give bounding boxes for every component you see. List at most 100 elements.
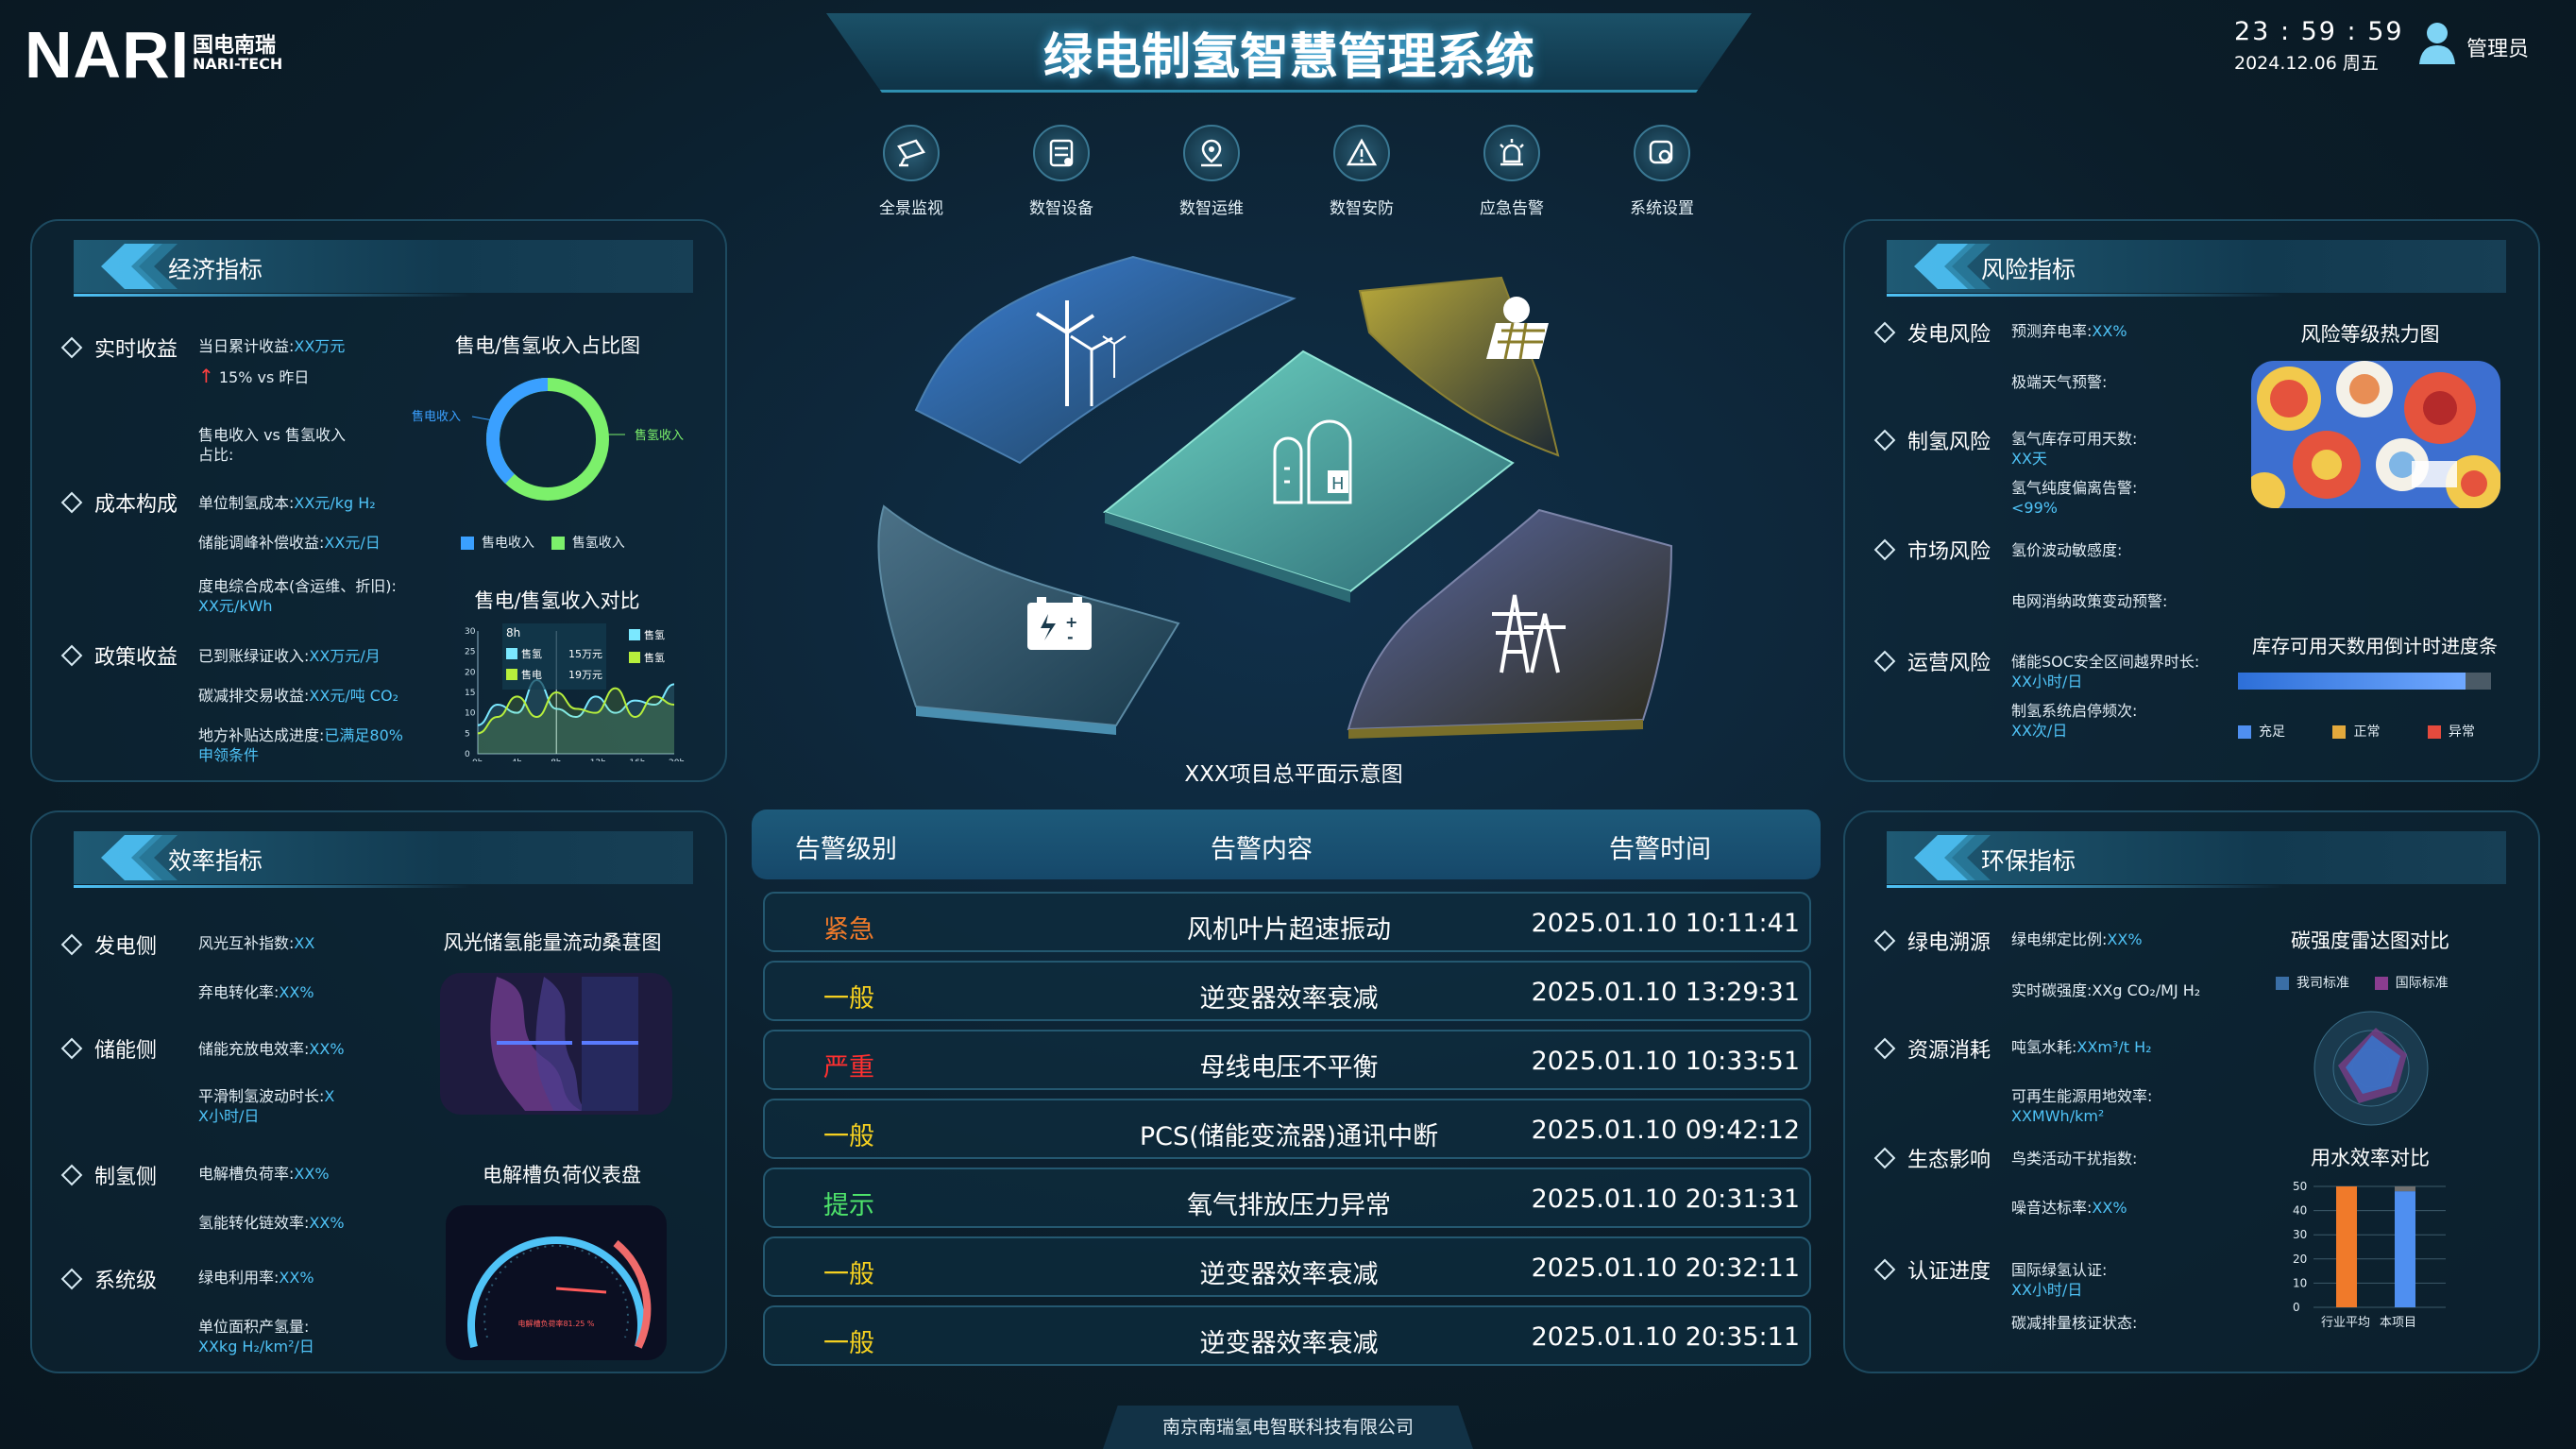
x-tick-label: 16h — [629, 759, 645, 761]
economic-header: 经济指标 — [74, 240, 693, 297]
alarm-row[interactable]: 一般 逆变器效率衰减 2025.01.10 20:35:11 — [763, 1305, 1811, 1366]
item-stock-days: 氢气库存可用天数: XX天 — [2011, 430, 2138, 468]
alarm-row[interactable]: 一般 PCS(储能变流器)通讯中断 2025.01.10 09:42:12 — [763, 1099, 1811, 1159]
nav-security[interactable]: 数智安防 — [1305, 125, 1418, 218]
sankey-chart — [440, 973, 672, 1115]
user-icon[interactable] — [2417, 21, 2457, 66]
item-utilization: 绿电利用率:XX% — [198, 1269, 314, 1287]
alarm-row[interactable]: 紧急 风机叶片超速振动 2025.01.10 10:11:41 — [763, 892, 1811, 952]
item-complement: 风光互补指数:XX — [198, 934, 315, 952]
dashboard-root: { "header":{"logo":"NARI","logo_cn":"国电南… — [0, 0, 2576, 1449]
alarm-icon — [1500, 139, 1524, 166]
sec-gen-risk: 发电风险 — [1873, 317, 1991, 348]
sec-cert: 认证进度 — [1873, 1254, 1991, 1285]
monitor-icon — [897, 139, 925, 167]
alarm-time: 2025.01.10 20:32:11 — [1531, 1253, 1800, 1283]
sec-storage: 储能侧 — [60, 1033, 157, 1064]
alarm-time: 2025.01.10 10:33:51 — [1531, 1047, 1800, 1076]
alarm-time: 2025.01.10 13:29:31 — [1531, 978, 1800, 1007]
y-tick-label: 10 — [465, 709, 476, 719]
item-chain-eff: 氢能转化链效率:XX% — [198, 1214, 345, 1232]
item-noise: 噪音达标率:XX% — [2011, 1199, 2127, 1217]
alarm-row[interactable]: 严重 母线电压不平衡 2025.01.10 10:33:51 — [763, 1030, 1811, 1090]
tip-label-1: 售氢 — [521, 647, 542, 660]
donut-chart: 售电收入 售氢收入 — [412, 378, 684, 501]
sec-h2: 制氢侧 — [60, 1160, 157, 1190]
x-tick-label: 12h — [590, 759, 606, 761]
item-carbon-intensity: 实时碳强度:XXg CO₂/MJ H₂ — [2011, 981, 2201, 999]
alarm-row[interactable]: 提示 氧气排放压力异常 2025.01.10 20:31:31 — [763, 1168, 1811, 1228]
item-purity: 氢气纯度偏离告警: <99% — [2011, 479, 2138, 517]
item-yield: 单位面积产氢量: XXkg H₂/km²/日 — [198, 1318, 314, 1355]
risk-heatmap — [2251, 361, 2500, 508]
item-policy-warn: 电网消纳政策变动预警: — [2011, 592, 2168, 610]
x-tick-label: 4h — [512, 759, 522, 761]
item-land-eff: 可再生能源用地效率: XXMWh/km² — [2011, 1087, 2153, 1125]
nav-panorama[interactable]: 全景监视 — [855, 125, 968, 218]
water-bar-remainder — [2395, 1186, 2415, 1192]
tip-value-2: 19万元 — [568, 669, 602, 681]
sec-ops-risk: 运营风险 — [1873, 646, 1991, 676]
water-cat-label: 本项目 — [2380, 1316, 2416, 1330]
water-y-tick: 40 — [2293, 1204, 2307, 1218]
maintenance-icon — [1201, 139, 1222, 167]
item-price-sens: 氢价波动敏感度: — [2011, 541, 2123, 559]
radar-legend: 我司标准 国际标准 — [2276, 973, 2449, 992]
item-smooth: 平滑制氢波动时长:X X小时/日 — [198, 1087, 335, 1125]
heatmap-title: 风险等级热力图 — [2300, 323, 2440, 346]
sec-eco: 生态影响 — [1873, 1143, 1991, 1173]
nav-alarm[interactable]: 应急告警 — [1455, 125, 1568, 218]
item-unit-cost: 单位制氢成本:XX元/kg H₂ — [198, 494, 376, 512]
stock-progress-track — [2238, 673, 2491, 690]
item-charge-eff: 储能充放电效率:XX% — [198, 1040, 345, 1058]
alarm-time: 2025.01.10 10:11:41 — [1531, 909, 1800, 938]
y-tick-label: 25 — [465, 648, 475, 657]
logo-text: NARI — [25, 18, 191, 92]
nav-device[interactable]: 数智设备 — [1005, 125, 1118, 218]
nav-maintenance[interactable]: 数智运维 — [1155, 125, 1268, 218]
nav-settings[interactable]: 系统设置 — [1605, 125, 1719, 218]
item-green-cert: 已到账绿证收入:XX万元/月 — [198, 647, 381, 665]
env-header: 环保指标 — [1887, 831, 2506, 888]
efficiency-header: 效率指标 — [74, 831, 693, 888]
y-tick-label: 30 — [465, 627, 476, 637]
x-tick-label: 8h — [551, 759, 561, 761]
alarm-row[interactable]: 一般 逆变器效率衰减 2025.01.10 20:32:11 — [763, 1236, 1811, 1297]
series-area-1 — [478, 688, 674, 754]
sec-realtime: 实时收益 — [60, 332, 178, 363]
item-load-rate: 电解槽负荷率:XX% — [198, 1165, 330, 1183]
logo-en: NARI-TECH — [193, 55, 283, 73]
legend-a: 售氢 — [644, 628, 665, 641]
radar-chart — [2313, 1011, 2429, 1126]
col-content: 告警内容 — [1211, 835, 1313, 864]
donut-label-right: 售氢收入 — [635, 428, 684, 443]
gauge-readout: 电解槽负荷率81.25 % — [517, 1319, 594, 1328]
warning-icon — [1346, 138, 1378, 166]
sec-resource: 资源消耗 — [1873, 1033, 1991, 1064]
item-carbon-trade: 碳减排交易收益:XX元/吨 CO₂ — [198, 687, 398, 705]
item-water: 吨氢水耗:XXm³/t H₂ — [2011, 1038, 2152, 1056]
risk-header: 风险指标 — [1887, 240, 2506, 297]
item-curtail: 弃电转化率:XX% — [198, 983, 314, 1001]
x-tick-label: 0h — [472, 759, 483, 761]
radar-title: 碳强度雷达图对比 — [2291, 929, 2449, 952]
user-name[interactable]: 管理员 — [2466, 32, 2529, 62]
item-daily-income: 当日累计收益:XX万元 — [198, 337, 346, 355]
item-subsidy: 地方补贴达成进度:已满足80% 申领条件 — [198, 726, 403, 764]
stock-progress-fill — [2238, 673, 2466, 690]
gauge-chart: 电解槽负荷率81.25 % — [446, 1205, 667, 1360]
item-weather: 极端天气预警: — [2011, 373, 2108, 391]
alarm-row[interactable]: 一般 逆变器效率衰减 2025.01.10 13:29:31 — [763, 961, 1811, 1021]
alarm-time: 2025.01.10 20:35:11 — [1531, 1322, 1800, 1352]
col-level: 告警级别 — [795, 835, 897, 864]
sankey-title: 风光储氢能量流动桑葚图 — [443, 931, 662, 954]
donut-label-left: 售电收入 — [412, 409, 461, 424]
tip-time: 8h — [506, 626, 520, 639]
item-curtail-pred: 预测弃电率:XX% — [2011, 322, 2127, 340]
water-title: 用水效率对比 — [2311, 1147, 2430, 1169]
item-startstop: 制氢系统启停频次: XX次/日 — [2011, 702, 2138, 740]
layout-caption: XXX项目总平面示意图 — [1184, 762, 1403, 787]
settings-icon — [1649, 140, 1673, 164]
tip-label-2: 售电 — [521, 668, 542, 681]
donut-title: 售电/售氢收入占比图 — [454, 334, 641, 357]
